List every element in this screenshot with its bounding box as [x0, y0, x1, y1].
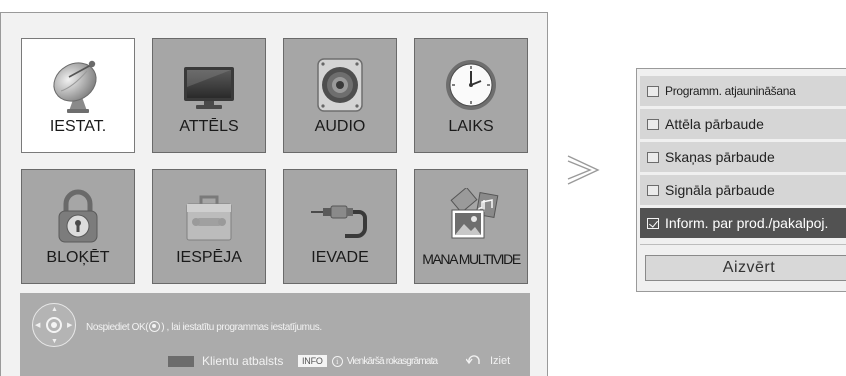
simple-manual-label: Vienkāršā rokasgrāmata	[346, 355, 438, 367]
hint-prefix: Nospiediet OK(	[86, 322, 149, 333]
help-bar: ▲ ▼ ◀ ▶ Nospiediet OK( ) , lai iestatītu …	[20, 293, 530, 376]
satellite-dish-icon	[22, 57, 134, 113]
navigation-wheel-icon: ▲ ▼ ◀ ▶	[32, 303, 76, 347]
customer-support-legend[interactable]: Klientu atbalsts	[168, 353, 283, 369]
list-item-label: Programm. atjaunināšana	[665, 84, 796, 98]
list-item-label: Signāla pārbaude	[665, 182, 775, 198]
padlock-icon	[22, 188, 134, 244]
tile-label: IEVADE	[311, 249, 369, 266]
toolbox-icon	[153, 188, 265, 244]
photo-media-icon	[415, 188, 527, 244]
tile-laiks[interactable]: LAIKS	[414, 38, 528, 153]
tile-mana-multivide[interactable]: MANA MULTIVIDE	[414, 169, 528, 284]
customer-support-label: Klientu atbalsts	[202, 354, 284, 368]
checkbox-icon	[647, 85, 659, 97]
info-key-icon: INFO	[298, 355, 327, 367]
tile-label: IESPĒJA	[176, 249, 242, 266]
tile-iestat[interactable]: IESTAT.	[21, 38, 135, 153]
list-item-label: Inform. par prod./pakalpoj.	[665, 215, 829, 231]
tile-label: MANA MULTIVIDE	[422, 251, 521, 267]
tile-label: AUDIO	[314, 118, 366, 135]
close-button[interactable]: Aizvērt	[645, 255, 846, 281]
list-item-sound-test[interactable]: Skaņas pārbaude	[640, 142, 846, 172]
tile-label: IESTAT.	[49, 118, 107, 135]
list-divider	[640, 244, 846, 245]
color-key-icon	[168, 355, 194, 367]
list-item-product-info[interactable]: Inform. par prod./pakalpoj.	[640, 208, 846, 238]
chevron-right-icon	[567, 155, 600, 185]
speaker-icon	[284, 57, 396, 113]
checkbox-icon	[647, 151, 659, 163]
tile-iespeja[interactable]: IESPĒJA	[152, 169, 266, 284]
tile-label: LAIKS	[448, 118, 494, 135]
support-menu-list: Programm. atjaunināšana Attēla pārbaude …	[636, 68, 846, 292]
tile-label: ATTĒLS	[179, 118, 239, 135]
back-arrow-icon	[465, 352, 482, 370]
ok-icon	[149, 321, 161, 332]
simple-manual-legend[interactable]: INFO i Vienkāršā rokasgrāmata	[298, 353, 438, 369]
info-circle-icon: i	[331, 355, 343, 367]
checked-checkbox-icon	[647, 217, 659, 229]
tile-attels[interactable]: ATTĒLS	[152, 38, 266, 153]
ok-hint-text: Nospiediet OK( ) , lai iestatītu programm…	[86, 319, 322, 333]
clock-icon	[415, 57, 527, 113]
list-item-signal-test[interactable]: Signāla pārbaude	[640, 175, 846, 205]
ok-button-icon	[46, 317, 62, 333]
list-item-picture-test[interactable]: Attēla pārbaude	[640, 109, 846, 139]
hint-suffix: ) , lai iestatītu programmas iestatījumu…	[161, 322, 322, 333]
list-item-label: Attēla pārbaude	[665, 116, 764, 132]
tv-screen-icon	[153, 57, 265, 113]
list-item-label: Skaņas pārbaude	[665, 149, 775, 165]
list-item-programm-update[interactable]: Programm. atjaunināšana	[640, 76, 846, 106]
main-menu-panel: IESTAT. ATTĒLS AUDIO LAIKS BLOĶĒT IESPĒJ…	[0, 12, 548, 376]
exit-label: Iziet	[490, 355, 511, 367]
checkbox-icon	[647, 118, 659, 130]
checkbox-icon	[647, 184, 659, 196]
tile-label: BLOĶĒT	[46, 249, 110, 266]
tile-ievade[interactable]: IEVADE	[283, 169, 397, 284]
exit-legend[interactable]: Iziet	[465, 352, 511, 370]
tile-bloket[interactable]: BLOĶĒT	[21, 169, 135, 284]
tile-audio[interactable]: AUDIO	[283, 38, 397, 153]
input-cable-icon	[284, 188, 396, 244]
